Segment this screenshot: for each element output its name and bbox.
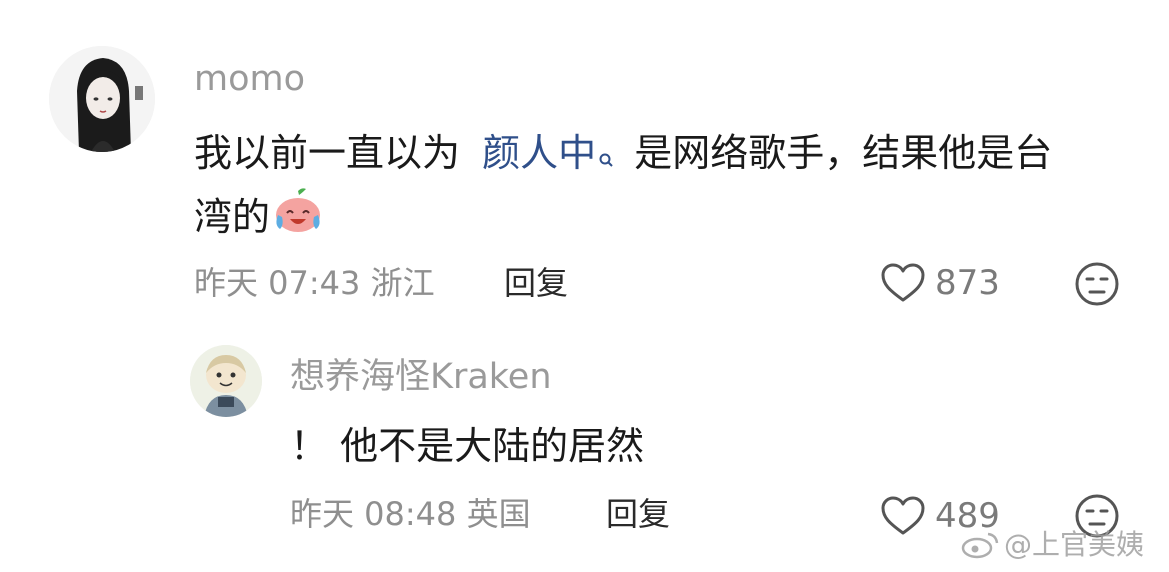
heart-icon	[879, 262, 927, 304]
comment-text-after: 是网络歌手，结果他是台	[634, 131, 1053, 175]
topic-label: 颜人中	[482, 131, 597, 175]
watermark-text: @上官美姨	[1004, 528, 1145, 561]
comment-text: 我以前一直以为 颜人中 是网络歌手，结果他是台 湾的	[194, 123, 1124, 252]
comment-text-line-2: 湾的	[194, 195, 271, 239]
comment-time: 昨天 07:43 浙江	[194, 264, 435, 302]
like-button[interactable]: 873	[879, 261, 1000, 305]
reply-username[interactable]: 想养海怪Kraken	[290, 356, 552, 398]
username[interactable]: momo	[194, 58, 305, 100]
user-avatar-illustration	[49, 46, 155, 152]
reply-reply-button[interactable]: 回复	[606, 493, 670, 535]
like-count: 873	[935, 263, 1000, 303]
heart-icon	[879, 495, 927, 537]
reply-meta: 昨天 08:48 英国	[290, 493, 531, 535]
reply-text: ！ 他不是大陆的居然	[290, 424, 645, 468]
comment-text-before: 我以前一直以为	[194, 131, 461, 175]
watermark: @上官美姨	[960, 527, 1144, 563]
comment-meta: 昨天 07:43 浙江	[194, 262, 435, 304]
avatar[interactable]	[49, 46, 155, 152]
reply-avatar[interactable]	[190, 345, 262, 417]
unamused-face-icon[interactable]	[1073, 260, 1121, 308]
comment-line-2: 湾的	[194, 187, 1124, 252]
reply-button[interactable]: 回复	[504, 262, 568, 304]
weibo-logo-icon	[960, 530, 1000, 560]
crying-laughing-emoji-icon	[272, 187, 324, 252]
reply-time: 昨天 08:48 英国	[290, 495, 531, 533]
comment-line-1: 我以前一直以为 颜人中 是网络歌手，结果他是台	[194, 123, 1124, 187]
search-icon	[598, 127, 614, 187]
topic-link[interactable]: 颜人中	[482, 131, 626, 175]
reply-avatar-illustration	[190, 345, 262, 417]
